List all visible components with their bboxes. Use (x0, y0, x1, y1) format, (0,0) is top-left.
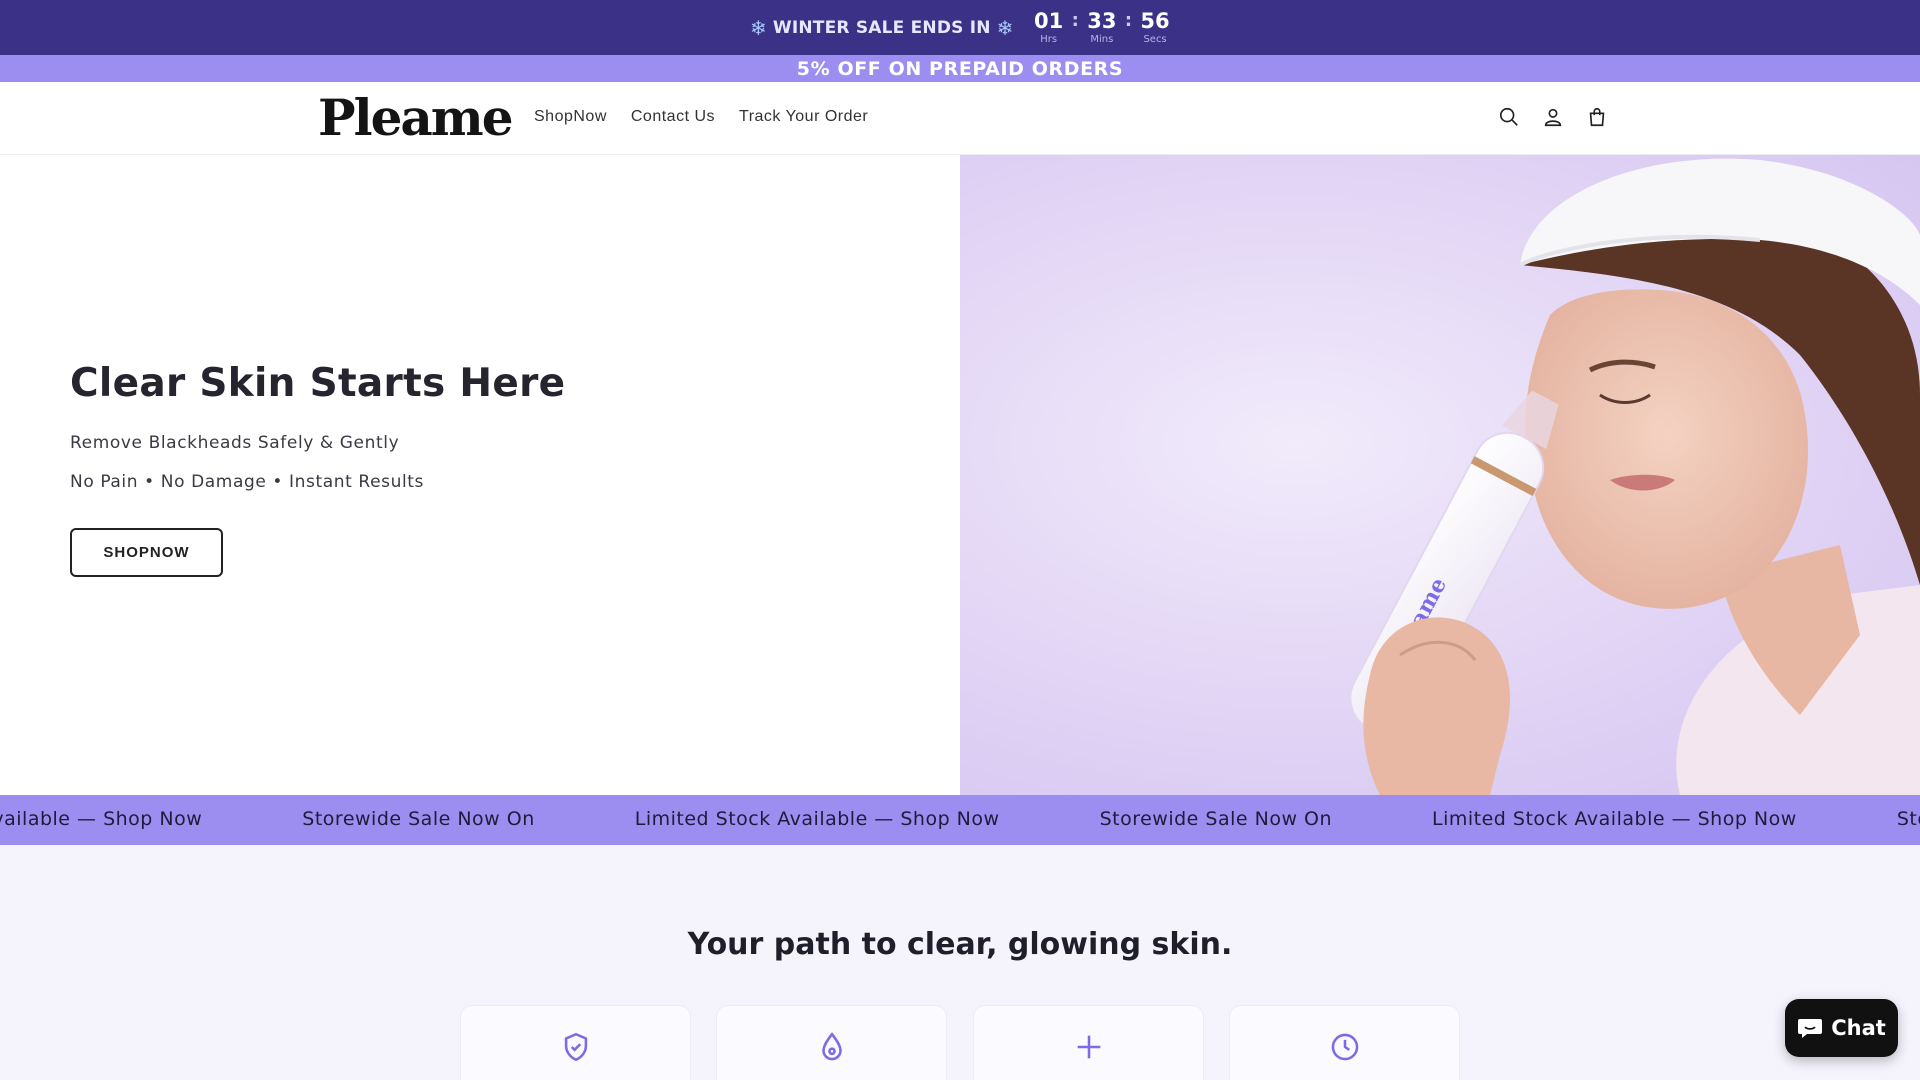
chat-label: Chat (1831, 1016, 1886, 1040)
countdown-bar: ❄ WINTER SALE ENDS IN ❄ 01 Hrs : 33 Mins… (0, 0, 1920, 55)
header-icons (1496, 104, 1610, 130)
nav-item-shopnow[interactable]: ShopNow (534, 108, 607, 126)
shield-check-icon (564, 1032, 588, 1062)
prepaid-promo-text: 5% OFF ON PREPAID ORDERS (796, 57, 1124, 80)
timer-seconds: 56 Secs (1140, 10, 1170, 45)
feature-card-instant (1229, 1005, 1460, 1080)
search-icon[interactable] (1496, 104, 1522, 130)
hero-subtitle: Remove Blackheads Safely & Gently (70, 433, 400, 453)
droplet-icon (822, 1032, 842, 1061)
chat-button[interactable]: Chat (1785, 999, 1898, 1057)
timer-separator: : (1124, 10, 1133, 31)
hours-value: 01 (1034, 9, 1064, 33)
snowflake-icon: ❄ (749, 15, 767, 40)
site-logo[interactable]: Pleame (318, 88, 514, 147)
path-section-title: Your path to clear, glowing skin. (687, 927, 1233, 962)
nav-item-track-order[interactable]: Track Your Order (739, 108, 868, 126)
marquee-item[interactable]: Storewide Sale Now On (1897, 808, 1920, 830)
hero-text-panel: Clear Skin Starts Here Remove Blackheads… (0, 155, 960, 795)
main-nav: ShopNow Contact Us Track Your Order (534, 108, 868, 126)
clock-icon (1331, 1033, 1359, 1061)
nav-item-contact-us[interactable]: Contact Us (631, 108, 715, 126)
chat-bubble-icon (1798, 1019, 1823, 1038)
feature-card-results (973, 1005, 1204, 1080)
timer-minutes: 33 Mins (1087, 10, 1117, 45)
site-header: Pleame ShopNow Contact Us Track Your Ord… (0, 82, 1920, 155)
hero-title: Clear Skin Starts Here (70, 361, 566, 406)
seconds-label: Secs (1143, 34, 1167, 45)
timer-separator: : (1071, 10, 1079, 31)
feature-card-gentle (716, 1005, 947, 1080)
minutes-value: 33 (1087, 9, 1117, 33)
marquee-item[interactable]: Storewide Sale Now On (302, 808, 534, 830)
feature-card-safe (460, 1005, 691, 1080)
cart-icon[interactable] (1584, 104, 1610, 130)
hours-label: Hrs (1040, 34, 1058, 45)
hero-features: No Pain • No Damage • Instant Results (70, 472, 425, 492)
plus-icon (1077, 1035, 1101, 1059)
sale-message: ❄ WINTER SALE ENDS IN ❄ (750, 16, 1014, 40)
snowflake-icon: ❄ (996, 15, 1014, 40)
shopnow-button[interactable]: SHOPNOW (70, 528, 223, 577)
minutes-label: Mins (1090, 34, 1114, 45)
countdown-timer: 01 Hrs : 33 Mins : 56 Secs (1034, 10, 1170, 45)
hero-illustration: Pleame (1349, 158, 1920, 795)
timer-hours: 01 Hrs (1034, 10, 1064, 45)
hero-image: Pleame (960, 155, 1920, 795)
prepaid-promo-bar: 5% OFF ON PREPAID ORDERS (0, 55, 1920, 82)
marquee-track: Available — Shop Now Storewide Sale Now … (0, 808, 1920, 830)
marquee-item[interactable]: Limited Stock Available — Shop Now (1432, 808, 1797, 830)
announcement-marquee: Available — Shop Now Storewide Sale Now … (0, 795, 1920, 845)
seconds-value: 56 (1140, 9, 1170, 33)
sale-text: WINTER SALE ENDS IN (772, 17, 991, 38)
path-section: Your path to clear, glowing skin. (0, 845, 1920, 1080)
marquee-item[interactable]: Limited Stock Available — Shop Now (635, 808, 1000, 830)
account-icon[interactable] (1540, 104, 1566, 130)
marquee-item[interactable]: Storewide Sale Now On (1100, 808, 1332, 830)
marquee-item[interactable]: Available — Shop Now (0, 808, 202, 830)
